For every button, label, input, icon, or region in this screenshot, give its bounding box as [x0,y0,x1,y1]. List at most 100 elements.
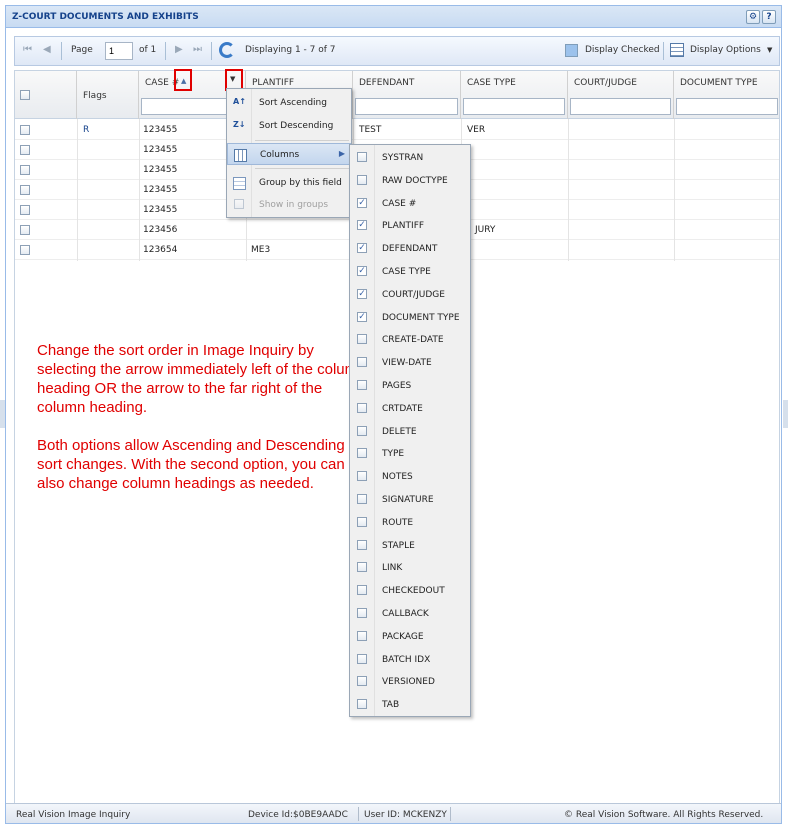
columns-item[interactable]: Columns ▶ [227,143,351,165]
show-in-groups-item[interactable]: Show in groups [227,194,351,216]
toolbar-divider [165,42,166,60]
column-toggle-checkbox[interactable] [357,539,367,550]
column-toggle-item[interactable]: RAW DOCTYPE [350,170,470,193]
column-toggle-item[interactable]: CASE TYPE [350,261,470,284]
court-judge-filter-input[interactable] [570,98,671,115]
sort-descending-item[interactable]: Z↓ Sort Descending [227,115,351,137]
right-collapse-handle[interactable] [783,400,788,428]
column-toggle-item[interactable]: DOCUMENT TYPE [350,307,470,330]
column-toggle-checkbox[interactable] [357,653,367,664]
column-toggle-checkbox[interactable] [357,380,367,390]
paging-toolbar: ⏮ ◀ Page of 1 ▶ ⏭ Displaying 1 - 7 of 7 … [14,36,780,66]
column-toggle-item[interactable]: CALLBACK [350,603,470,626]
column-header-flags[interactable]: Flags [77,71,139,119]
column-toggle-item[interactable]: TAB [350,694,470,717]
column-toggle-checkbox[interactable] [357,402,367,413]
column-toggle-checkbox[interactable] [357,630,367,641]
column-toggle-checkbox[interactable] [357,608,367,618]
column-toggle-item[interactable]: CASE # [350,193,470,216]
display-options-button[interactable]: Display Options [690,45,761,55]
row-checkbox[interactable] [20,245,30,255]
column-toggle-item[interactable]: VIEW-DATE [350,352,470,375]
sort-ascending-item[interactable]: A↑ Sort Ascending [227,92,351,114]
row-checkbox[interactable] [20,125,30,135]
column-toggle-item[interactable]: ROUTE [350,512,470,535]
column-toggle-checkbox[interactable] [357,676,367,687]
group-by-field-item[interactable]: Group by this field [227,172,351,194]
help-icon[interactable]: ? [762,10,776,24]
column-toggle-item[interactable]: CREATE-DATE [350,329,470,352]
column-toggle-item[interactable]: TYPE [350,443,470,466]
sort-descending-icon: Z↓ [233,120,246,129]
column-header-case-type[interactable]: CASE TYPE [461,71,568,119]
first-page-icon[interactable]: ⏮ [23,44,32,55]
column-toggle-item[interactable]: SYSTRAN [350,147,470,170]
refresh-icon[interactable] [219,42,235,58]
column-toggle-item[interactable]: PAGES [350,375,470,398]
table-row[interactable]: R 123455 TEST VER [15,120,779,140]
column-toggle-item[interactable]: NOTES [350,466,470,489]
column-toggle-checkbox[interactable] [357,357,367,368]
defendant-cell: TEST [359,125,382,135]
case-type-filter-input[interactable] [463,98,565,115]
column-toggle-item[interactable]: SIGNATURE [350,489,470,512]
column-toggle-checkbox[interactable] [357,243,367,254]
column-toggle-checkbox[interactable] [357,197,367,208]
column-toggle-label: STAPLE [382,540,415,551]
defendant-filter-input[interactable] [355,98,458,115]
column-toggle-item[interactable]: PLANTIFF [350,215,470,238]
column-toggle-item[interactable]: STAPLE [350,535,470,558]
display-checked-checkbox[interactable] [565,44,578,57]
document-type-filter-input[interactable] [676,98,778,115]
column-toggle-checkbox[interactable] [357,266,367,276]
show-in-groups-checkbox [234,199,244,209]
row-checkbox[interactable] [20,185,30,195]
next-page-icon[interactable]: ▶ [175,44,183,55]
case-cell: 123654 [143,245,178,255]
row-checkbox[interactable] [20,225,30,235]
display-options-icon[interactable] [670,43,684,57]
column-toggle-item[interactable]: DEFENDANT [350,238,470,261]
column-toggle-checkbox[interactable] [357,699,367,710]
column-toggle-checkbox[interactable] [357,288,367,299]
column-toggle-checkbox[interactable] [357,334,367,345]
last-page-icon[interactable]: ⏭ [193,44,202,55]
column-divider [674,119,675,261]
page-number-input[interactable] [105,42,133,60]
column-toggle-checkbox[interactable] [357,471,367,482]
column-header-defendant[interactable]: DEFENDANT [353,71,461,119]
column-header-court-judge[interactable]: COURT/JUDGE [568,71,674,119]
column-toggle-checkbox[interactable] [357,425,367,436]
column-toggle-item[interactable]: BATCH IDX [350,649,470,672]
column-toggle-label: VIEW-DATE [382,358,432,369]
column-toggle-item[interactable]: PACKAGE [350,626,470,649]
column-toggle-item[interactable]: CRTDATE [350,398,470,421]
column-toggle-checkbox[interactable] [357,562,367,573]
column-toggle-checkbox[interactable] [357,494,367,504]
column-toggle-checkbox[interactable] [357,448,367,459]
prev-page-icon[interactable]: ◀ [43,44,51,55]
column-toggle-checkbox[interactable] [357,152,367,162]
column-toggle-checkbox[interactable] [357,516,367,527]
row-checkbox[interactable] [20,145,30,155]
menu-item-label: Sort Ascending [259,98,327,108]
column-toggle-item[interactable]: VERSIONED [350,671,470,694]
column-toggle-item[interactable]: CHECKEDOUT [350,580,470,603]
column-toggle-item[interactable]: LINK [350,557,470,580]
status-divider [358,807,359,821]
column-toggle-checkbox[interactable] [357,220,367,231]
column-toggle-item[interactable]: COURT/JUDGE [350,284,470,307]
chevron-down-icon[interactable]: ▼ [767,46,772,54]
column-toggle-checkbox[interactable] [357,585,367,596]
column-menu-arrow-icon[interactable]: ▼ [230,75,235,83]
columns-submenu: SYSTRAN RAW DOCTYPE CASE # PLANTIFF DEFENDAN… [349,144,471,717]
column-toggle-item[interactable]: DELETE [350,421,470,444]
row-checkbox[interactable] [20,165,30,175]
column-toggle-label: CASE # [382,198,417,209]
gear-icon[interactable]: ⚙ [746,10,760,24]
select-all-checkbox[interactable] [20,90,30,100]
column-toggle-checkbox[interactable] [357,174,367,185]
row-checkbox[interactable] [20,205,30,215]
column-toggle-checkbox[interactable] [357,311,367,322]
column-header-document-type[interactable]: DOCUMENT TYPE [674,71,780,119]
